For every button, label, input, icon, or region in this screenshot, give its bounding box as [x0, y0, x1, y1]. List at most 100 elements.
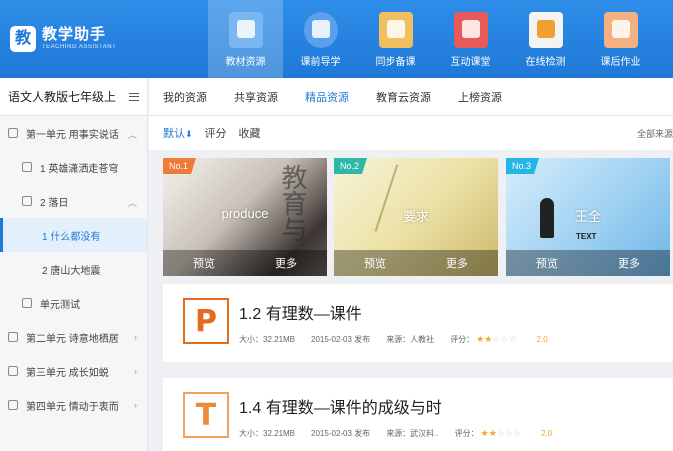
sidebar-item-label: 单元测试: [40, 299, 80, 311]
resource-size: 大小：32.21MB: [239, 429, 296, 438]
card-artwork-text: 教育与: [277, 164, 307, 242]
unit-icon: [8, 400, 18, 410]
sidebar-item-label: 2 唐山大地震: [42, 265, 101, 277]
tab-premium-resources[interactable]: 精品资源: [305, 89, 349, 105]
sidebar-item-label: 2 落日: [40, 197, 69, 209]
preview-button[interactable]: 预览: [364, 255, 386, 271]
nav-interactive-class[interactable]: 互动课堂: [433, 0, 508, 78]
rating-score: 2.0: [536, 335, 548, 344]
nav-homework[interactable]: 课后作业: [583, 0, 658, 78]
nav-label: 在线检测: [525, 57, 566, 68]
sidebar-unit-1[interactable]: 第一单元 用事实说话 ︿: [0, 116, 147, 150]
nav-label: 课前导学: [300, 57, 341, 68]
preview-button[interactable]: 预览: [536, 255, 558, 271]
sidebar: 语文人教版七年级上 第一单元 用事实说话 ︿ 1 英雄潇洒走苍穹 2 落日 ︿ …: [0, 78, 148, 451]
resource-date: 2015-02-03 发布: [311, 429, 371, 438]
nav-lesson-prep[interactable]: 同步备课: [358, 0, 433, 78]
nav-label: 教材资源: [225, 57, 266, 68]
unit-icon: [8, 128, 18, 138]
nav-textbook-resources[interactable]: 教材资源: [208, 0, 283, 78]
resource-date: 2015-02-03 发布: [311, 335, 371, 344]
rating-label: 评分：: [450, 335, 475, 344]
card-artwork-text: TEXT: [576, 232, 597, 241]
sort-default[interactable]: 默认⬇: [163, 125, 193, 141]
sidebar-unit-2[interactable]: 第二单元 诗意地栖居 ›: [0, 320, 147, 354]
resource-title[interactable]: 1.4 有理数—课件的成级与时: [239, 394, 442, 418]
star-rating-icon: ★★☆☆☆: [480, 428, 521, 438]
sidebar-item-label: 第一单元 用事实说话: [26, 129, 119, 141]
sidebar-section-1[interactable]: 1 什么都没有: [0, 218, 147, 252]
sidebar-lesson-2[interactable]: 2 落日 ︿: [0, 184, 147, 218]
chevron-right-icon[interactable]: ›: [134, 366, 137, 376]
nav-label: 互动课堂: [450, 57, 491, 68]
tab-my-resources[interactable]: 我的资源: [163, 89, 207, 105]
tab-shared-resources[interactable]: 共享资源: [234, 89, 278, 105]
resource-item[interactable]: P 1.2 有理数—课件 大小：32.21MB 2015-02-03 发布 来源…: [163, 284, 673, 362]
chevron-up-icon[interactable]: ︿: [128, 128, 137, 141]
nav-preview-guide[interactable]: 课前导学: [283, 0, 358, 78]
sidebar-item-label: 1 什么都没有: [42, 231, 101, 243]
text-file-icon: T: [183, 392, 229, 438]
sidebar-section-2[interactable]: 2 唐山大地震: [0, 252, 147, 286]
preview-button[interactable]: 预览: [193, 255, 215, 271]
featured-card-3[interactable]: TEXT No.3 王全 预览 更多: [506, 158, 670, 276]
grade-selector[interactable]: 语文人教版七年级上: [0, 78, 147, 116]
nav-label: 同步备课: [375, 57, 416, 68]
sort-by-score[interactable]: 评分: [205, 125, 227, 141]
resource-source: 来源：武汉料..: [386, 429, 439, 438]
rating-score: 2.0: [541, 429, 553, 438]
sidebar-unit-3[interactable]: 第三单元 成长如蜕 ›: [0, 354, 147, 388]
app-logo[interactable]: 教 教学助手 TEACHING ASSISTANT: [10, 26, 116, 52]
card-caption: produce: [221, 206, 269, 221]
rank-badge: No.1: [163, 158, 197, 174]
rating-label: 评分：: [454, 429, 479, 438]
card-caption: 要求: [402, 209, 429, 224]
textbook-icon: [228, 12, 263, 48]
logo-mark: 教: [10, 26, 36, 52]
compass-icon: [303, 12, 338, 48]
sidebar-item-label: 第三单元 成长如蜕: [26, 367, 109, 379]
sidebar-unit-test[interactable]: 单元测试: [0, 286, 147, 320]
sidebar-item-label: 第二单元 诗意地栖居: [26, 333, 119, 345]
sort-down-icon: ⬇: [185, 129, 193, 139]
resource-tabs: 我的资源 共享资源 精品资源 教育云资源 上榜资源: [149, 78, 673, 116]
menu-icon[interactable]: [129, 92, 139, 101]
nav-online-test[interactable]: 在线检测: [508, 0, 583, 78]
resource-title[interactable]: 1.2 有理数—课件: [239, 300, 362, 324]
more-button[interactable]: 更多: [275, 255, 297, 271]
unit-icon: [8, 332, 18, 342]
resource-item[interactable]: T 1.4 有理数—课件的成级与时 大小：32.21MB 2015-02-03 …: [163, 378, 673, 451]
unit-icon: [8, 366, 18, 376]
featured-card-2[interactable]: No.2 要求 预览 更多: [334, 158, 498, 276]
checklist-icon: [528, 12, 563, 48]
all-sources-filter[interactable]: 全部来源: [637, 127, 673, 140]
featured-cards: 教育与 No.1 produce 预览 更多 No.2 要求 预览 更多 TEX…: [163, 158, 673, 276]
chevron-up-icon[interactable]: ︿: [128, 196, 137, 209]
powerpoint-file-icon: P: [183, 298, 229, 344]
lesson-icon: [22, 298, 32, 308]
resource-meta: 大小：32.21MB 2015-02-03 发布 来源：人教社 评分： ★★☆☆…: [239, 334, 564, 345]
rank-badge: No.3: [506, 158, 540, 174]
sidebar-unit-4[interactable]: 第四单元 情动于衷而 ›: [0, 388, 147, 422]
envelope-icon: [378, 12, 413, 48]
tab-ranked-resources[interactable]: 上榜资源: [458, 89, 502, 105]
featured-card-1[interactable]: 教育与 No.1 produce 预览 更多: [163, 158, 327, 276]
top-header: 教 教学助手 TEACHING ASSISTANT 教材资源 课前导学 同步备课…: [0, 0, 673, 78]
whiteboard-icon: [453, 12, 488, 48]
app-title: 教学助手: [42, 26, 107, 43]
lesson-icon: [22, 162, 32, 172]
more-button[interactable]: 更多: [446, 255, 468, 271]
chevron-right-icon[interactable]: ›: [134, 400, 137, 410]
rank-badge: No.2: [334, 158, 368, 174]
more-button[interactable]: 更多: [618, 255, 640, 271]
main-content: 我的资源 共享资源 精品资源 教育云资源 上榜资源 默认⬇ 评分 收藏 全部来源…: [149, 78, 673, 451]
lesson-icon: [22, 196, 32, 206]
sort-bar: 默认⬇ 评分 收藏 全部来源: [149, 116, 673, 150]
tab-cloud-resources[interactable]: 教育云资源: [376, 89, 431, 105]
resource-meta: 大小：32.21MB 2015-02-03 发布 来源：武汉料.. 评分： ★★…: [239, 428, 568, 439]
resource-size: 大小：32.21MB: [239, 335, 296, 344]
sidebar-lesson-1[interactable]: 1 英雄潇洒走苍穹: [0, 150, 147, 184]
chevron-right-icon[interactable]: ›: [134, 332, 137, 342]
sort-by-favorites[interactable]: 收藏: [239, 125, 261, 141]
grade-label: 语文人教版七年级上: [8, 90, 117, 104]
